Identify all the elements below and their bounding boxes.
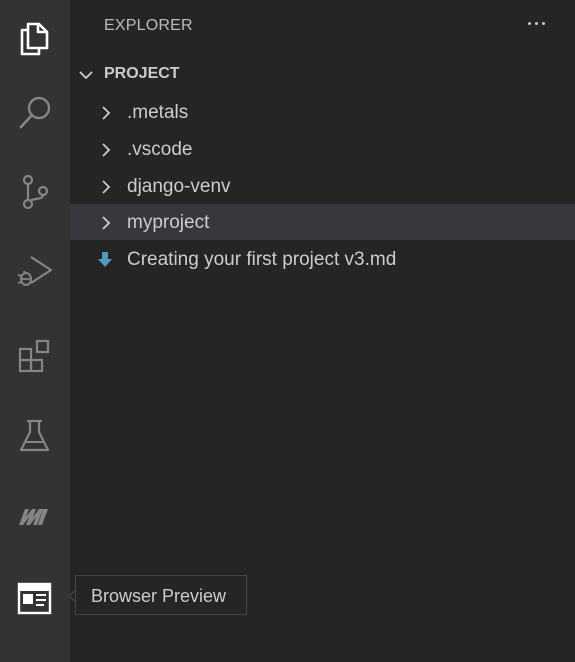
chevron-right-icon xyxy=(102,180,111,194)
more-actions-button[interactable] xyxy=(518,9,554,37)
sidebar-title: EXPLORER xyxy=(104,17,193,34)
tree-item-label: django-venv xyxy=(127,176,231,197)
activity-explorer[interactable] xyxy=(0,3,70,73)
tooltip-text: Browser Preview xyxy=(91,586,227,606)
chevron-down-icon xyxy=(79,71,93,80)
tree-item-folder[interactable]: .metals xyxy=(70,94,575,130)
activity-run-debug[interactable] xyxy=(0,236,70,306)
tree-item-label: Creating your first project v3.md xyxy=(127,249,397,270)
tree-item-file[interactable]: Creating your first project v3.md xyxy=(70,241,575,277)
search-icon xyxy=(19,96,51,129)
browser-preview-icon xyxy=(17,582,52,615)
vscode-window: EXPLORER PROJECT .metals .vscode django-… xyxy=(0,0,575,662)
tree-item-folder-selected[interactable]: myproject xyxy=(70,204,575,240)
extensions-icon xyxy=(18,339,50,373)
tooltip: Browser Preview xyxy=(75,575,247,615)
section-label: PROJECT xyxy=(104,65,180,82)
section-header-project[interactable]: PROJECT xyxy=(70,62,575,88)
chevron-right-icon xyxy=(102,106,111,120)
activity-source-control[interactable] xyxy=(0,157,70,227)
activity-testing[interactable] xyxy=(0,401,70,471)
tree-item-folder[interactable]: django-venv xyxy=(70,168,575,204)
ellipsis-icon xyxy=(527,21,531,25)
files-icon xyxy=(20,22,49,56)
run-debug-icon xyxy=(17,256,53,286)
tree-item-folder[interactable]: .vscode xyxy=(70,131,575,167)
chevron-right-icon xyxy=(102,143,111,157)
chevron-right-icon xyxy=(102,216,111,230)
activity-search[interactable] xyxy=(0,78,70,148)
markdown-file-icon xyxy=(98,252,112,267)
tree-item-label: .metals xyxy=(127,102,189,123)
activity-metals[interactable] xyxy=(0,481,70,551)
activity-bar xyxy=(0,0,70,662)
source-control-icon xyxy=(22,174,49,210)
tree-item-label: .vscode xyxy=(127,139,193,160)
activity-browser-preview[interactable] xyxy=(0,564,70,634)
explorer-sidebar: EXPLORER PROJECT .metals .vscode django-… xyxy=(70,0,575,662)
activity-extensions[interactable] xyxy=(0,322,70,392)
tree-item-label: myproject xyxy=(127,212,210,233)
metals-icon xyxy=(19,509,48,525)
beaker-icon xyxy=(19,419,50,452)
